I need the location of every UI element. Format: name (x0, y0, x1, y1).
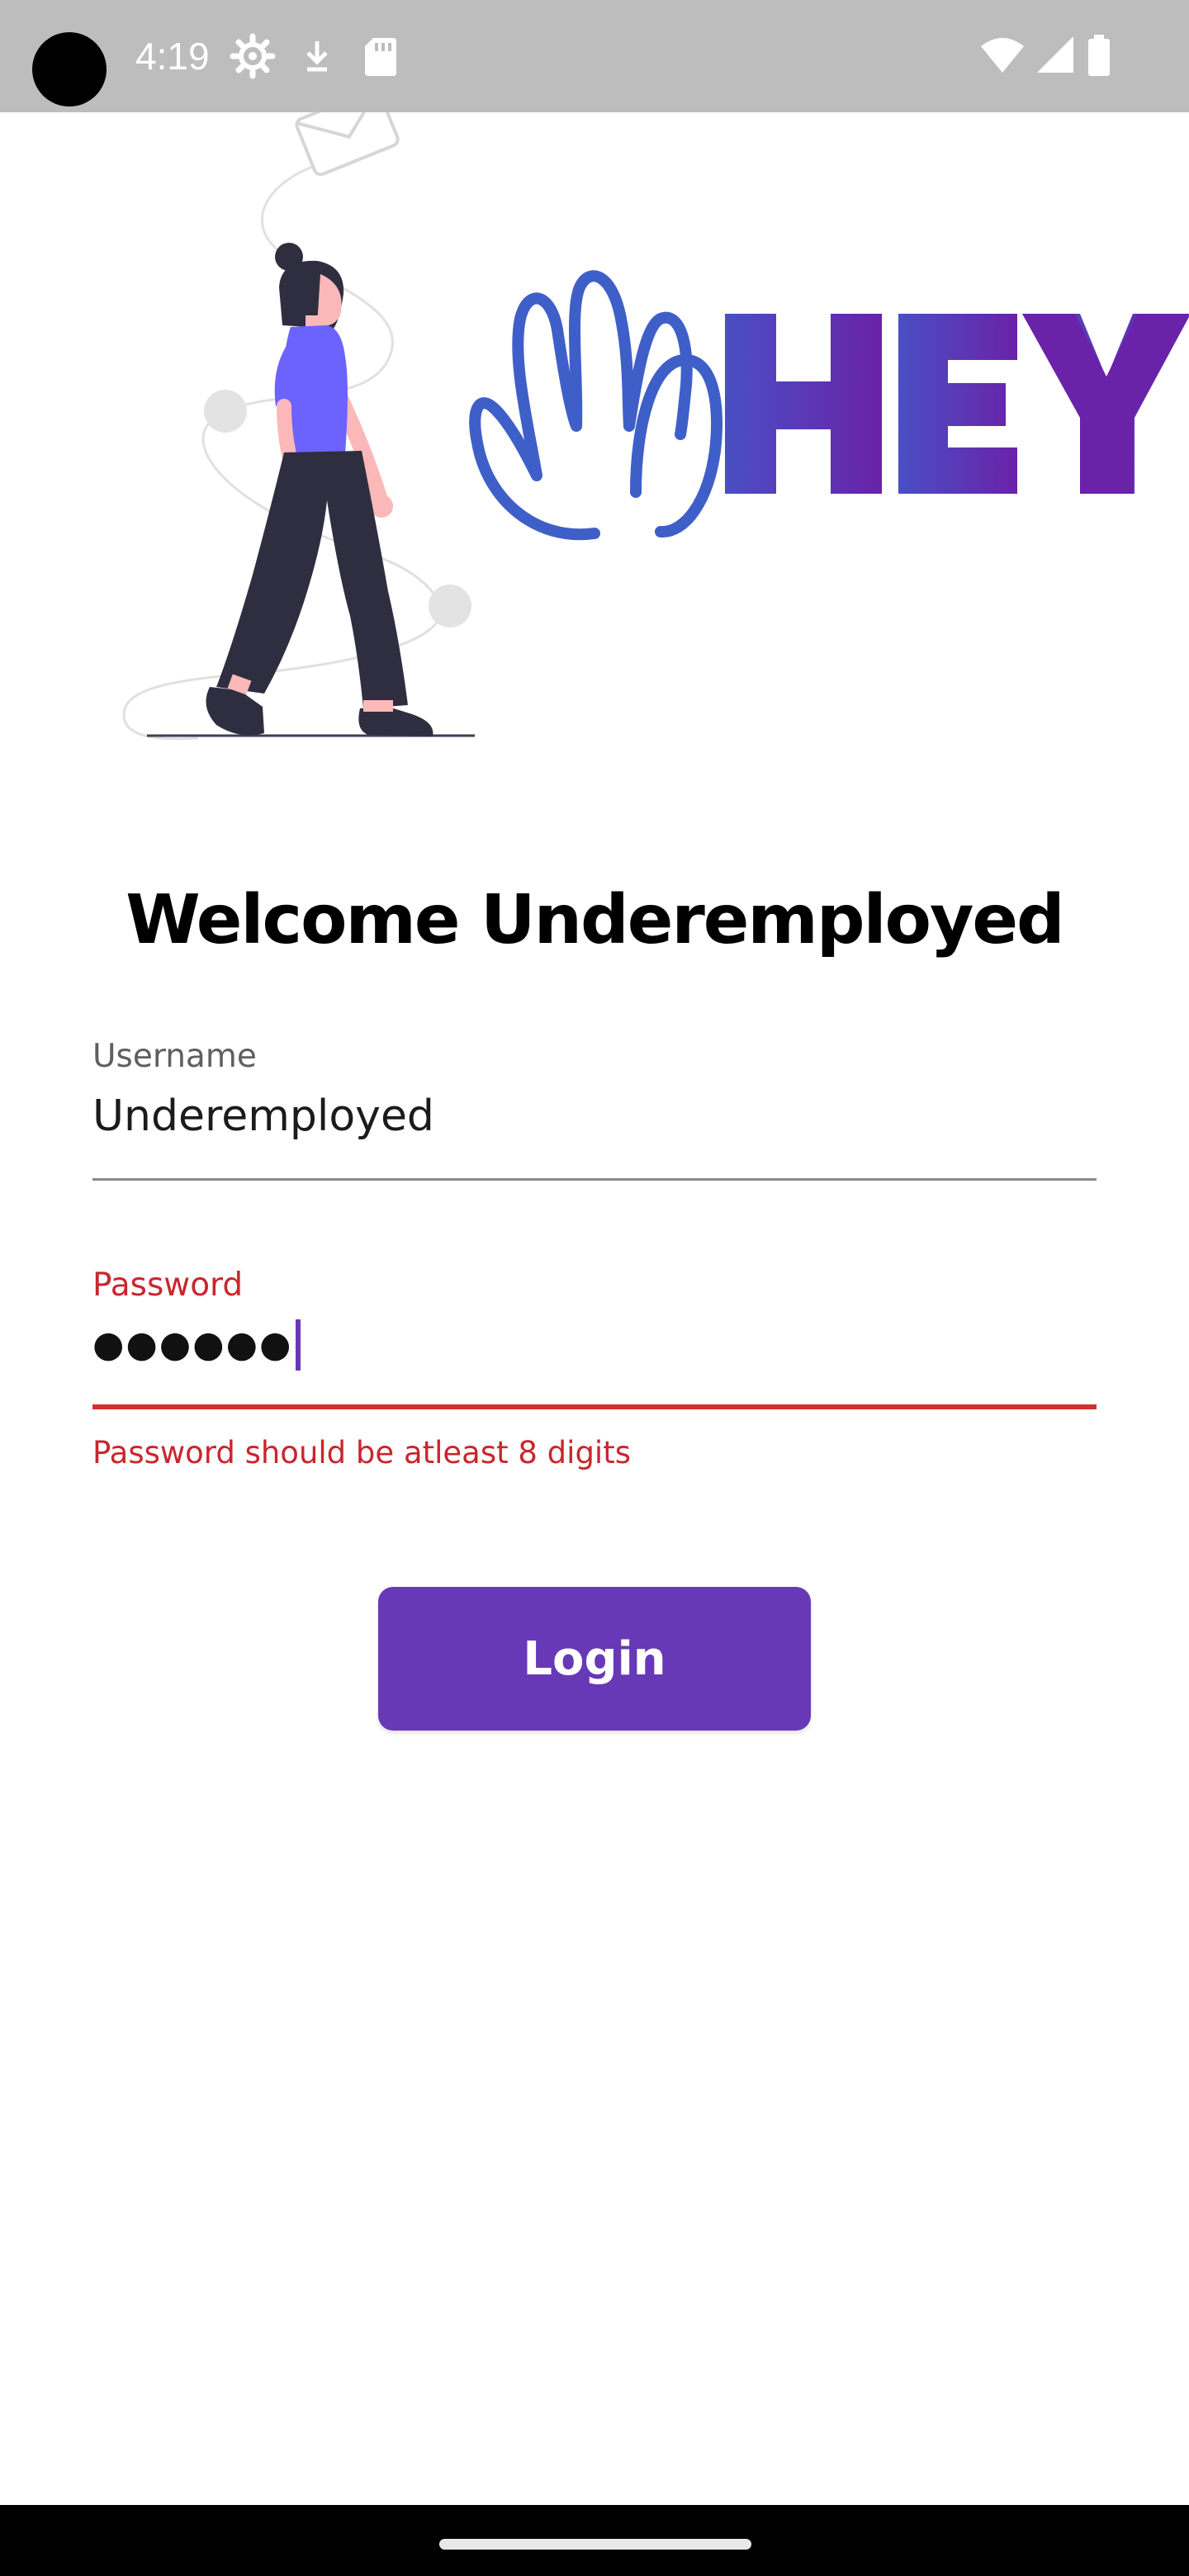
username-label: Username (92, 1038, 257, 1075)
decor-dot (429, 585, 471, 627)
waving-hand-icon (469, 270, 723, 541)
password-label: Password (92, 1267, 244, 1304)
wifi-icon (979, 33, 1026, 79)
text-cursor (296, 1319, 301, 1371)
password-masked-value: ●●●●●● (92, 1324, 293, 1366)
login-button[interactable]: Login (378, 1587, 811, 1731)
username-field[interactable]: Username Underemployed (92, 1036, 1097, 1145)
battery-icon (1085, 33, 1113, 79)
username-underline (92, 1178, 1097, 1181)
cell-signal-icon (1034, 33, 1077, 79)
password-error-message: Password should be atleast 8 digits (92, 1435, 631, 1470)
download-icon (297, 33, 337, 79)
username-input[interactable]: Underemployed (92, 1087, 1097, 1145)
password-input[interactable]: ●●●●●● (92, 1316, 1097, 1374)
home-gesture-handle[interactable] (439, 2539, 751, 2550)
hey-logo (725, 314, 1189, 494)
decor-dot (204, 390, 247, 433)
woman-walking-illustration (206, 243, 433, 736)
password-field[interactable]: Password ●●●●●● (92, 1265, 1097, 1374)
camera-cutout (32, 32, 107, 107)
status-time: 4:19 (135, 35, 210, 78)
password-underline (92, 1404, 1097, 1409)
settings-gear-icon (230, 33, 276, 79)
page-title: Welcome Underemployed (126, 881, 1064, 959)
status-bar: 4:19 (0, 0, 1189, 112)
navigation-bar (0, 2505, 1189, 2576)
sd-card-icon (362, 33, 400, 79)
hero-illustration (0, 88, 1189, 773)
